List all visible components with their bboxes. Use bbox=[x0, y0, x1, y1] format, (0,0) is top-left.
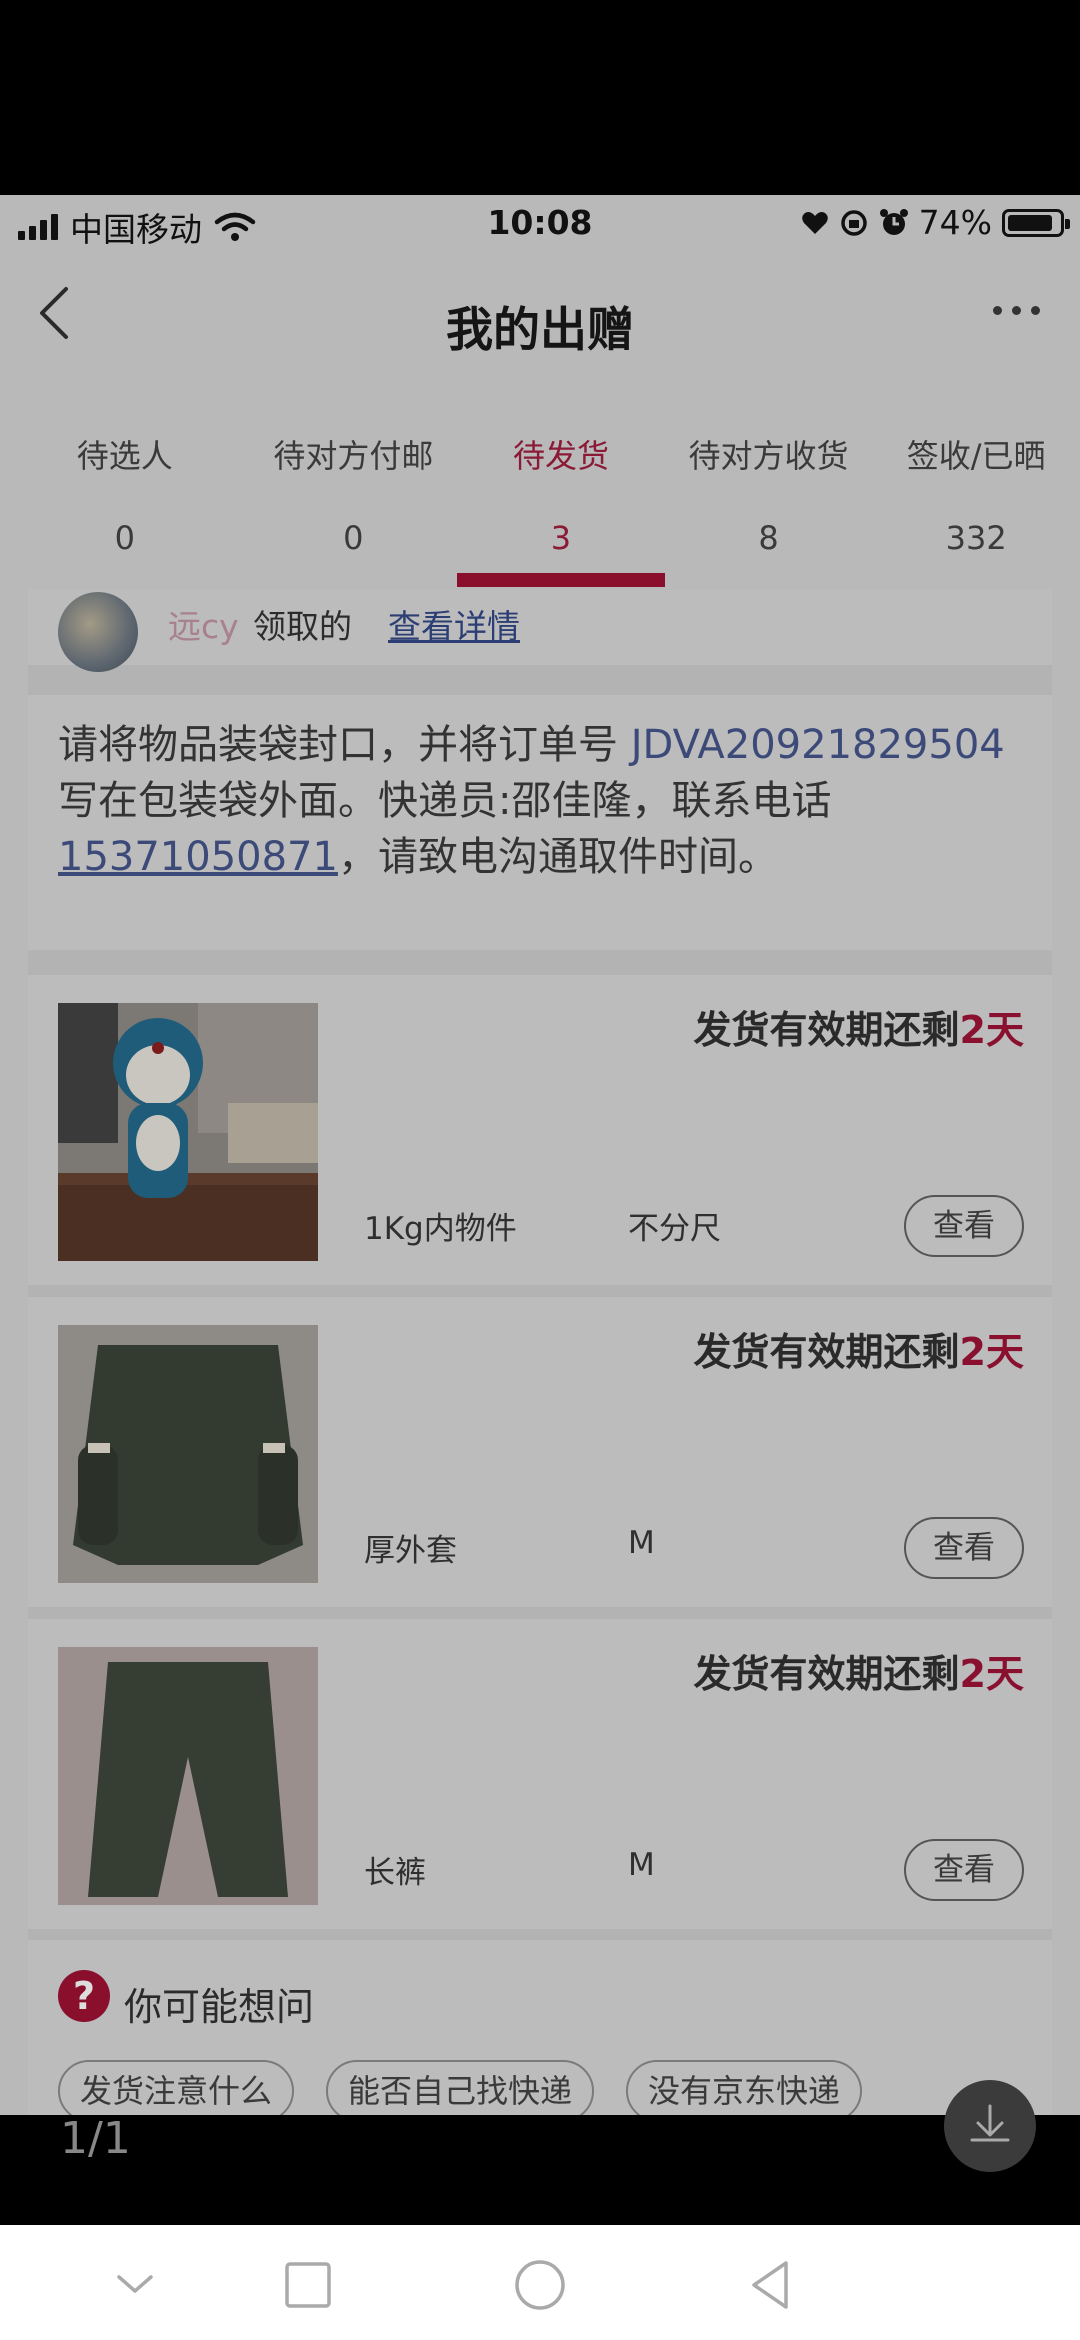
list-item: 发货有效期还剩2天 长裤 M 查看 bbox=[28, 1619, 1052, 1929]
more-icon[interactable] bbox=[993, 306, 1040, 315]
claimer-text: 领取的 bbox=[253, 607, 352, 646]
image-counter: 1/1 bbox=[60, 2113, 131, 2164]
status-right: 74% bbox=[801, 203, 1070, 242]
deadline-prefix: 发货有效期还剩 bbox=[693, 1008, 960, 1052]
claimer-name[interactable]: 远cy bbox=[168, 600, 239, 648]
faq-section: ? 你可能想问 发货注意什么 能否自己找快递 没有京东快递 bbox=[28, 1940, 1052, 2115]
alarm-icon bbox=[879, 208, 908, 235]
item-photo[interactable] bbox=[58, 1647, 318, 1905]
system-nav-bar bbox=[0, 2225, 1080, 2340]
deadline-days: 2天 bbox=[959, 1330, 1024, 1374]
claimer-row: 远cy 领取的 查看详情 bbox=[28, 590, 1052, 672]
download-icon bbox=[970, 2104, 1010, 2142]
active-tab-indicator bbox=[457, 573, 665, 587]
tab-count: 0 bbox=[114, 519, 135, 557]
rotation-lock-icon bbox=[840, 209, 867, 236]
order-number: JDVA20921829504 bbox=[630, 722, 1005, 768]
tab-pending-receipt[interactable]: 待对方收货 8 bbox=[665, 431, 873, 601]
courier-phone-link[interactable]: 15371050871 bbox=[58, 834, 338, 880]
status-bar: 中国移动 10:08 74% bbox=[0, 195, 1080, 251]
view-button[interactable]: 查看 bbox=[904, 1195, 1024, 1257]
page-title: 我的出赠 bbox=[446, 303, 634, 358]
tab-label: 待选人 bbox=[76, 437, 173, 475]
tab-pending-select[interactable]: 待选人 0 bbox=[0, 431, 250, 601]
shipping-deadline: 发货有效期还剩2天 bbox=[694, 1643, 1024, 1698]
deadline-days: 2天 bbox=[959, 1008, 1024, 1052]
faq-chip[interactable]: 能否自己找快递 bbox=[326, 2060, 595, 2115]
shipping-deadline: 发货有效期还剩2天 bbox=[694, 1321, 1024, 1376]
notice-part: 请将物品装袋封口，并将订单号 bbox=[58, 722, 631, 768]
item-size: 不分尺 bbox=[628, 1211, 721, 1247]
chevron-down-icon[interactable] bbox=[105, 2255, 165, 2315]
view-button[interactable]: 查看 bbox=[904, 1839, 1024, 1901]
list-item: 发货有效期还剩2天 厚外套 M 查看 bbox=[28, 1297, 1052, 1607]
tab-pending-shipment[interactable]: 待发货 3 bbox=[457, 431, 665, 601]
shipping-notice: 请将物品装袋封口，并将订单号 JDVA20921829504 写在包装袋外面。快… bbox=[28, 695, 1052, 950]
nav-bar: 我的出赠 bbox=[0, 251, 1080, 381]
recent-apps-icon[interactable] bbox=[278, 2255, 338, 2315]
notice-text: 请将物品装袋封口，并将订单号 JDVA20921829504 写在包装袋外面。快… bbox=[58, 695, 1022, 885]
tab-label: 待发货 bbox=[512, 437, 609, 475]
faq-chip[interactable]: 发货注意什么 bbox=[58, 2060, 295, 2115]
tab-count: 8 bbox=[758, 519, 779, 557]
back-nav-icon[interactable] bbox=[742, 2255, 802, 2315]
screen: 中国移动 10:08 74% 我的出赠 待选人 0 待对方付邮 0 待发货 3 … bbox=[0, 0, 1080, 2340]
deadline-prefix: 发货有效期还剩 bbox=[693, 1652, 960, 1696]
tab-label: 待对方收货 bbox=[688, 437, 849, 475]
item-name: 1Kg内物件 bbox=[364, 1211, 517, 1247]
faq-chips: 发货注意什么 能否自己找快递 没有京东快递 bbox=[58, 2060, 863, 2115]
item-photo[interactable] bbox=[58, 1003, 318, 1261]
list-item: 发货有效期还剩2天 1Kg内物件 不分尺 查看 bbox=[28, 975, 1052, 1285]
download-button[interactable] bbox=[944, 2080, 1036, 2172]
tab-received[interactable]: 签收/已晒 332 bbox=[872, 431, 1080, 601]
tab-count: 0 bbox=[343, 519, 364, 557]
notice-part: 写在包装袋外面。快递员:邵佳隆，联系电话 bbox=[58, 778, 832, 824]
tab-label: 签收/已晒 bbox=[906, 437, 1046, 475]
faq-title: 你可能想问 bbox=[124, 1985, 315, 2029]
deadline-days: 2天 bbox=[959, 1652, 1024, 1696]
item-name: 长裤 bbox=[364, 1855, 426, 1891]
tab-count: 3 bbox=[550, 519, 572, 557]
home-icon[interactable] bbox=[510, 2255, 570, 2315]
item-size: M bbox=[628, 1847, 655, 1883]
order-content: 远cy 领取的 查看详情 请将物品装袋封口，并将订单号 JDVA20921829… bbox=[28, 590, 1052, 2115]
viewer-bottom-bar: 1/1 bbox=[0, 2080, 1080, 2225]
heart-icon bbox=[801, 211, 828, 234]
item-size: M bbox=[628, 1525, 655, 1561]
status-tabs: 待选人 0 待对方付邮 0 待发货 3 待对方收货 8 签收/已晒 332 bbox=[0, 431, 1080, 601]
shipping-deadline: 发货有效期还剩2天 bbox=[694, 999, 1024, 1054]
viewer-top-bar bbox=[0, 0, 1080, 195]
question-icon: ? bbox=[58, 1970, 110, 2022]
item-name: 厚外套 bbox=[364, 1533, 457, 1569]
avatar[interactable] bbox=[58, 592, 138, 672]
deadline-prefix: 发货有效期还剩 bbox=[693, 1330, 960, 1374]
notice-part: ，请致电沟通取件时间。 bbox=[337, 834, 778, 880]
tab-count: 332 bbox=[945, 519, 1007, 557]
battery-percent: 74% bbox=[918, 203, 992, 242]
view-details-link[interactable]: 查看详情 bbox=[388, 600, 520, 648]
faq-chip[interactable]: 没有京东快递 bbox=[626, 2060, 863, 2115]
screenshot-image: 中国移动 10:08 74% 我的出赠 待选人 0 待对方付邮 0 待发货 3 … bbox=[0, 195, 1080, 2115]
tab-label: 待对方付邮 bbox=[273, 437, 434, 475]
tab-pending-postage[interactable]: 待对方付邮 0 bbox=[250, 431, 458, 601]
view-button[interactable]: 查看 bbox=[904, 1517, 1024, 1579]
item-photo[interactable] bbox=[58, 1325, 318, 1583]
battery-icon bbox=[1002, 208, 1070, 237]
